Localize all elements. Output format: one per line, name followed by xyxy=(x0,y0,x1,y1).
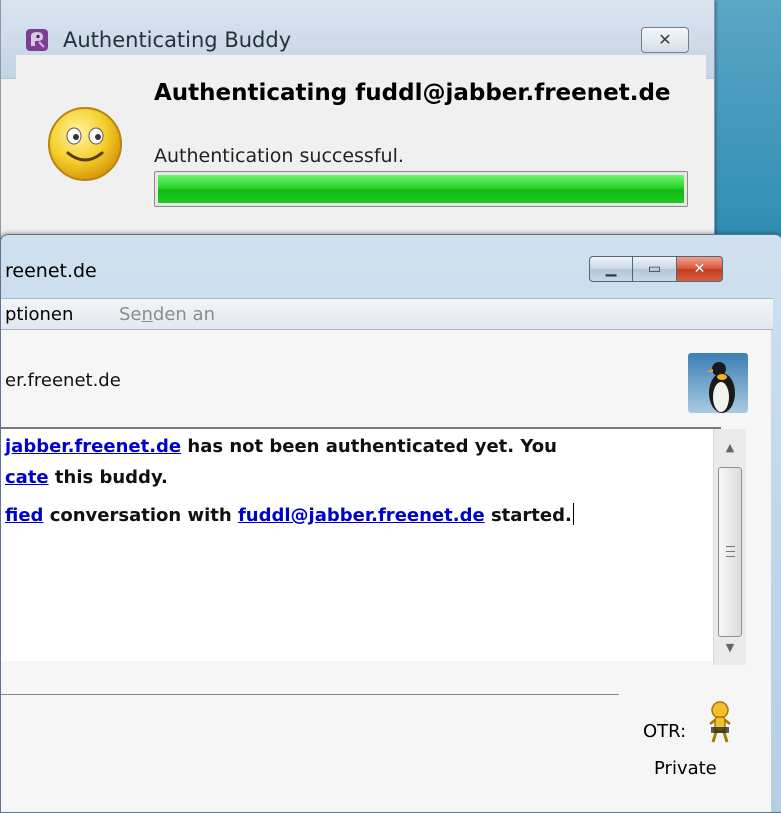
dialog-status-text: Authentication successful. xyxy=(154,145,404,167)
buddy-link[interactable]: fuddl@jabber.freenet.de xyxy=(238,505,485,526)
progress-fill xyxy=(158,175,684,203)
dialog-title: Authenticating Buddy xyxy=(63,28,292,52)
verified-link[interactable]: fied xyxy=(5,505,43,526)
buddy-name: er.freenet.de xyxy=(5,370,121,391)
pidgin-icon xyxy=(26,29,48,51)
menu-send-to[interactable]: Senden an xyxy=(119,304,215,325)
penguin-icon[interactable] xyxy=(688,353,748,413)
message-line: cate this buddy. xyxy=(5,462,168,493)
authenticating-buddy-dialog: Authenticating Buddy ✕ Authenticating fu… xyxy=(0,0,715,256)
otr-label: OTR: xyxy=(643,721,687,742)
conversation-pane: er.freenet.de jabber.freenet.de has not … xyxy=(1,330,771,812)
otr-private-icon[interactable] xyxy=(705,700,735,744)
maximize-button[interactable]: ▭ xyxy=(633,256,677,282)
message-text: this buddy. xyxy=(48,467,168,488)
conversation-window: reenet.de ▁ ▭ ✕ ptionen Senden an er.fre… xyxy=(0,234,781,813)
close-button[interactable]: ✕ xyxy=(677,256,723,282)
scrollbar-thumb[interactable] xyxy=(718,467,742,637)
dialog-heading: Authenticating fuddl@jabber.freenet.de xyxy=(154,80,671,106)
dialog-close-button[interactable]: ✕ xyxy=(641,27,689,53)
message-input[interactable] xyxy=(1,696,619,806)
menu-send-to-label-rest: den an xyxy=(152,304,215,325)
minimize-button[interactable]: ▁ xyxy=(589,256,633,282)
menu-options[interactable]: ptionen xyxy=(5,304,73,325)
message-text: has not been authenticated yet. You xyxy=(181,436,557,457)
menu-send-to-mnemonic: n xyxy=(141,304,153,325)
buddy-link[interactable]: jabber.freenet.de xyxy=(5,436,181,457)
divider xyxy=(1,694,619,695)
window-title: reenet.de xyxy=(5,260,97,282)
authentication-progress-bar xyxy=(154,171,688,207)
smiley-icon xyxy=(48,107,122,181)
message-line: fied conversation with fuddl@jabber.free… xyxy=(5,500,574,531)
scroll-down-arrow-icon[interactable]: ▼ xyxy=(714,635,746,661)
message-scrollbar[interactable]: ▲ ▼ xyxy=(713,429,746,665)
authenticate-link[interactable]: cate xyxy=(5,467,49,488)
otr-status: Private xyxy=(654,758,717,779)
grip-icon xyxy=(726,546,735,557)
message-text: conversation with xyxy=(43,505,238,526)
window-controls: ▁ ▭ ✕ xyxy=(589,256,723,284)
scroll-up-arrow-icon[interactable]: ▲ xyxy=(714,435,746,461)
text-cursor xyxy=(572,503,574,525)
menu-send-to-label: Se xyxy=(119,304,142,325)
message-line: jabber.freenet.de has not been authentic… xyxy=(5,431,557,462)
message-text: started. xyxy=(484,505,572,526)
menu-bar: ptionen Senden an xyxy=(1,298,773,330)
message-history[interactable]: jabber.freenet.de has not been authentic… xyxy=(1,429,713,661)
